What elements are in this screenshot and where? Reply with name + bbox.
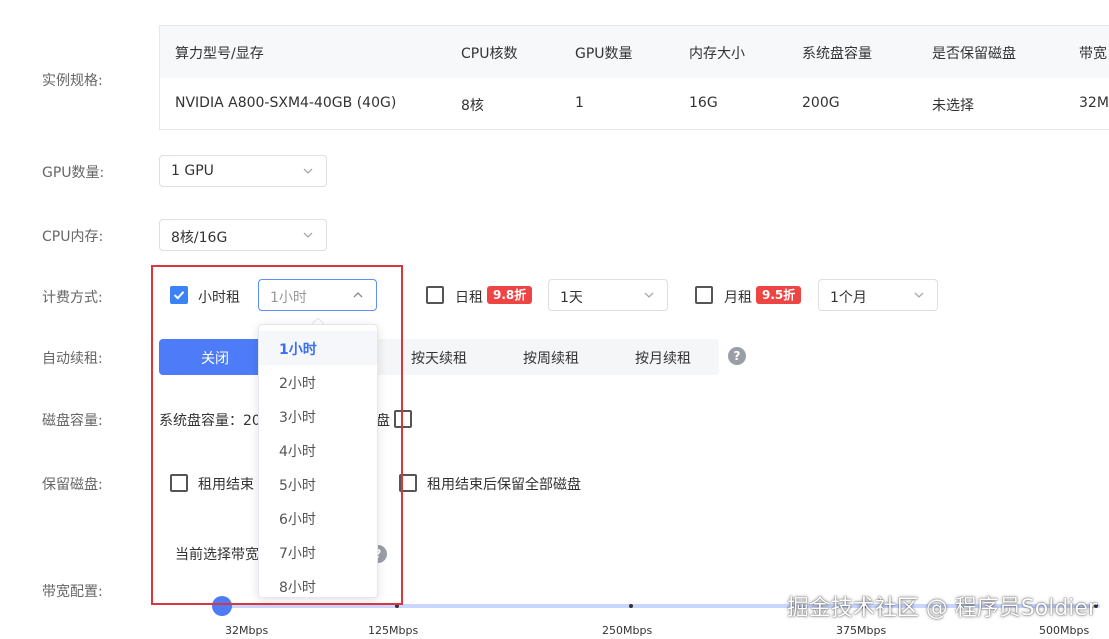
auto-renew-option-monthly[interactable]: 按月续租 [635,348,691,368]
chevron-down-icon [644,292,654,298]
daily-discount-badge: 9.8折 [487,286,533,304]
chevron-down-icon [303,168,313,174]
keep-all-disk-label: 租用结束后保留全部磁盘 [427,477,581,493]
gpu-count-value: 1 GPU [171,163,214,179]
slider-tick-label: 125Mbps [368,624,419,637]
highlight-frame [151,265,403,605]
monthly-label: 月租 [724,290,752,306]
cpu-memory-label: CPU内存: [42,229,104,245]
cpu-memory-value: 8核/16G [171,230,228,246]
auto-renew-option-weekly[interactable]: 按周续租 [523,348,579,368]
spec-header-gpu: GPU数量 [575,46,633,62]
gpu-count-select[interactable]: 1 GPU [159,155,327,187]
spec-cell-model: NVIDIA A800-SXM4-40GB (40G) [175,95,397,111]
daily-label: 日租 [455,290,483,306]
monthly-checkbox[interactable] [695,286,713,304]
spec-header-cpu: CPU核数 [461,46,518,62]
spec-header-keep-disk: 是否保留磁盘 [932,46,1016,62]
slider-tick-label: 375Mbps [836,624,887,637]
instance-spec-label: 实例规格: [42,73,103,89]
auto-renew-label: 自动续租: [42,351,103,367]
keep-disk-label: 保留磁盘: [42,477,103,493]
gpu-count-label: GPU数量: [42,165,105,181]
bandwidth-label: 带宽配置: [42,584,103,600]
cpu-memory-select[interactable]: 8核/16G [159,219,327,251]
watermark-text: 掘金技术社区 @ 程序员Soldier [786,596,1097,621]
disk-label: 磁盘容量: [42,413,103,429]
chevron-down-icon [914,292,924,298]
spec-cell-keep-disk: 未选择 [932,98,974,114]
spec-header-memory: 内存大小 [689,46,745,62]
daily-duration-select[interactable]: 1天 [548,279,668,311]
slider-tick-label: 500Mbps [1039,624,1090,637]
spec-header-system-disk: 系统盘容量 [802,46,872,62]
spec-cell-memory: 16G [689,95,718,111]
monthly-discount-badge: 9.5折 [756,286,802,304]
spec-header-model: 算力型号/显存 [175,46,264,62]
spec-cell-bandwidth: 32M [1079,95,1109,111]
auto-renew-help-icon[interactable]: ? [728,347,746,365]
spec-cell-system-disk: 200G [802,95,840,111]
spec-cell-gpu: 1 [575,95,584,111]
slider-tick-label: 32Mbps [225,624,269,637]
slider-tick-label: 250Mbps [602,624,653,637]
chevron-down-icon [303,232,313,238]
monthly-duration-value: 1个月 [830,290,867,306]
spec-cell-cpu: 8核 [461,98,484,114]
slider-tick [629,604,633,608]
daily-checkbox[interactable] [426,286,444,304]
auto-renew-option-daily[interactable]: 按天续租 [411,348,467,368]
monthly-duration-select[interactable]: 1个月 [818,279,938,311]
billing-label: 计费方式: [42,290,103,306]
daily-duration-value: 1天 [560,290,583,306]
spec-header-bandwidth: 带宽 [1079,46,1107,62]
